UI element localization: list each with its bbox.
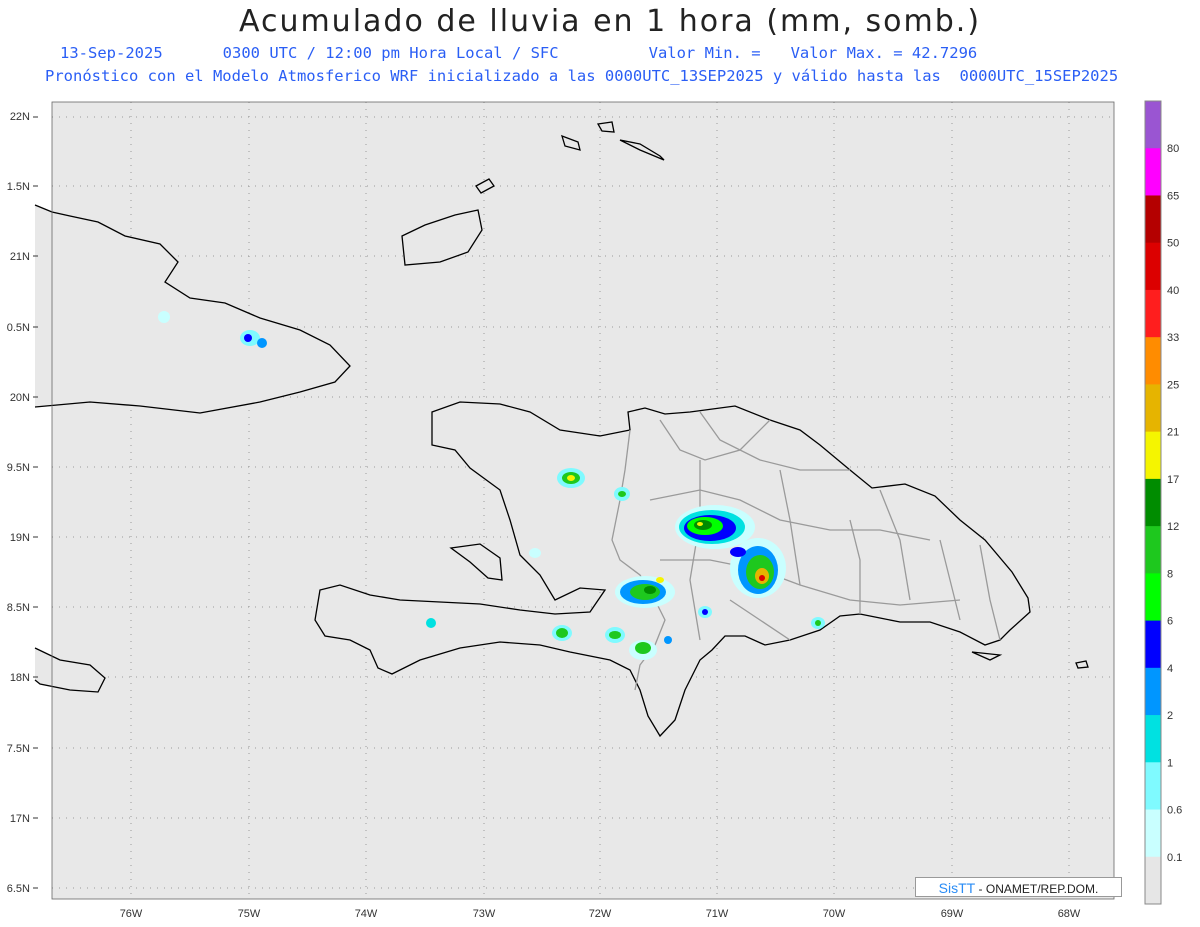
lat-tick: 21N bbox=[10, 251, 30, 263]
colorbar-label: 0.6 bbox=[1167, 805, 1182, 817]
lat-tick: 1.5N bbox=[7, 181, 30, 193]
colorbar-label: 0.1 bbox=[1167, 852, 1182, 864]
colorbar-label: 12 bbox=[1167, 521, 1179, 533]
colorbar-swatch bbox=[1145, 337, 1161, 385]
colorbar-label: 17 bbox=[1167, 474, 1179, 486]
mona bbox=[1075, 660, 1089, 669]
rain-cell bbox=[529, 548, 541, 558]
rain-cell bbox=[730, 538, 786, 598]
lon-tick: 73W bbox=[473, 908, 496, 920]
rain-cell bbox=[426, 618, 436, 628]
colorbar-swatch bbox=[1145, 573, 1161, 622]
lon-tick: 74W bbox=[355, 908, 378, 920]
colorbar-swatch bbox=[1145, 715, 1161, 763]
colorbar-swatch bbox=[1145, 101, 1161, 149]
rain-cell bbox=[158, 311, 170, 323]
brand-logo-text: SisTT bbox=[938, 880, 976, 896]
lat-tick: 8.5N bbox=[7, 602, 30, 614]
lat-tick: 0.5N bbox=[7, 322, 30, 334]
colorbar-label: 33 bbox=[1167, 332, 1179, 344]
lon-tick: 76W bbox=[120, 908, 143, 920]
colorbar-swatch bbox=[1145, 526, 1161, 574]
lon-axis: 76W 75W 74W 73W 72W 71W 70W 69W 68W bbox=[120, 908, 1081, 920]
lat-tick: 6.5N bbox=[7, 883, 30, 895]
colorbar: 806550403325211712864210.60.1 bbox=[1144, 100, 1182, 905]
colorbar-label: 21 bbox=[1167, 427, 1179, 439]
lat-tick: 19N bbox=[10, 532, 30, 544]
colorbar-label: 1 bbox=[1167, 757, 1173, 769]
credit-text: - ONAMET/REP.DOM. bbox=[978, 882, 1099, 896]
lat-tick: 7.5N bbox=[7, 743, 30, 755]
colorbar-label: 65 bbox=[1167, 191, 1179, 203]
colorbar-swatch bbox=[1145, 431, 1161, 480]
colorbar-label: 6 bbox=[1167, 616, 1173, 628]
colorbar-swatch bbox=[1145, 148, 1161, 196]
rain-cell bbox=[615, 576, 675, 608]
colorbar-label: 40 bbox=[1167, 285, 1179, 297]
precipitation-map: 22N 1.5N 21N 0.5N 20N 9.5N 19N 8.5N 18N … bbox=[7, 100, 1182, 920]
lat-tick: 9.5N bbox=[7, 462, 30, 474]
lat-axis: 22N 1.5N 21N 0.5N 20N 9.5N 19N 8.5N 18N … bbox=[7, 111, 30, 895]
rain-cell bbox=[552, 625, 572, 641]
lon-tick: 69W bbox=[941, 908, 964, 920]
colorbar-label: 50 bbox=[1167, 238, 1179, 250]
rain-cell bbox=[614, 487, 630, 501]
colorbar-swatch bbox=[1145, 478, 1161, 527]
lat-tick: 20N bbox=[10, 392, 30, 404]
colorbar-swatch bbox=[1145, 384, 1161, 433]
rain-cell bbox=[629, 640, 657, 660]
colorbar-swatch bbox=[1145, 809, 1161, 858]
colorbar-swatch bbox=[1145, 242, 1161, 291]
colorbar-label: 25 bbox=[1167, 379, 1179, 391]
lon-tick: 70W bbox=[823, 908, 846, 920]
lat-tick: 22N bbox=[10, 111, 30, 123]
rain-cell bbox=[557, 468, 585, 488]
rain-cell bbox=[605, 627, 625, 643]
rain-cell bbox=[675, 505, 755, 549]
lat-tick: 17N bbox=[10, 813, 30, 825]
lat-tick: 18N bbox=[10, 672, 30, 684]
colorbar-label: 2 bbox=[1167, 710, 1173, 722]
colorbar-swatch bbox=[1145, 762, 1161, 811]
colorbar-label: 8 bbox=[1167, 568, 1173, 580]
lon-tick: 72W bbox=[589, 908, 612, 920]
rain-cell bbox=[664, 636, 672, 644]
colorbar-label: 4 bbox=[1167, 663, 1173, 675]
colorbar-swatch bbox=[1145, 620, 1161, 669]
colorbar-swatch bbox=[1145, 667, 1161, 716]
rain-cell bbox=[811, 617, 825, 629]
rain-cell bbox=[698, 606, 712, 618]
lon-tick: 71W bbox=[706, 908, 729, 920]
lon-tick: 75W bbox=[238, 908, 261, 920]
credit-box: SisTT - ONAMET/REP.DOM. bbox=[915, 877, 1122, 897]
colorbar-swatch bbox=[1145, 856, 1161, 905]
colorbar-swatch bbox=[1145, 289, 1161, 338]
colorbar-swatch bbox=[1145, 195, 1161, 244]
lon-tick: 68W bbox=[1058, 908, 1081, 920]
colorbar-label: 80 bbox=[1167, 143, 1179, 155]
